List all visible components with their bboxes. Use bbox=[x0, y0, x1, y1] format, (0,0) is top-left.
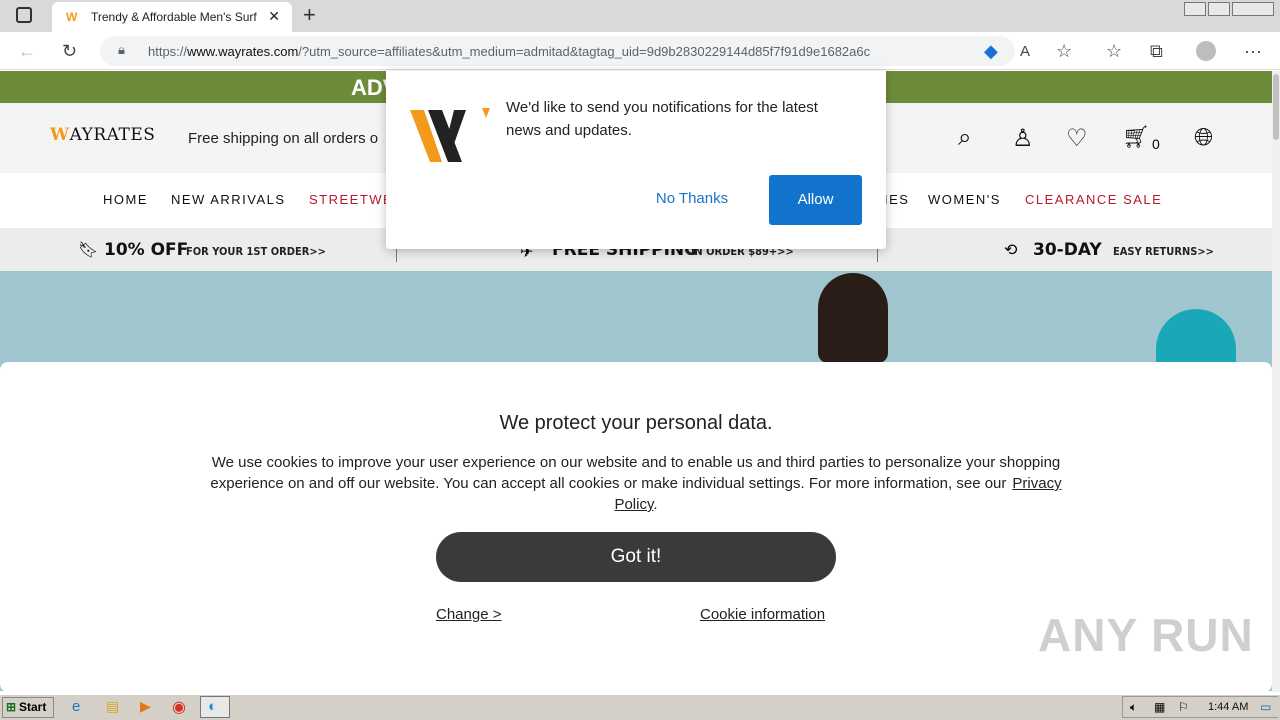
globe-icon[interactable]: 🌐︎ bbox=[1194, 124, 1213, 152]
start-button[interactable]: ⊞ Start bbox=[2, 697, 54, 718]
nav-clearance-sale[interactable]: CLEARANCE SALE bbox=[1025, 192, 1162, 207]
account-icon[interactable]: ♙ bbox=[1012, 124, 1034, 153]
more-menu-icon[interactable]: ··· bbox=[1244, 41, 1262, 62]
restore-button[interactable] bbox=[1208, 2, 1230, 16]
nav-home[interactable]: HOME bbox=[103, 192, 148, 207]
perk-discount[interactable]: 10% OFF bbox=[104, 240, 188, 260]
favorites-icon[interactable]: ☆ bbox=[1106, 41, 1122, 62]
browser-tab[interactable]: W Trendy & Affordable Men's Surf ✕ bbox=[52, 2, 292, 32]
flag-icon[interactable]: ⚐ bbox=[1178, 700, 1189, 714]
windows-flag-icon: ⊞ bbox=[6, 700, 17, 714]
perk-discount-sub[interactable]: FOR YOUR 1ST ORDER>> bbox=[186, 245, 326, 258]
edge-taskbar-button[interactable]: ◐ bbox=[200, 696, 230, 718]
lock-icon: 🔒︎ bbox=[118, 42, 125, 57]
tab-title: Trendy & Affordable Men's Surf bbox=[91, 10, 257, 24]
shipping-message: Free shipping on all orders o bbox=[188, 130, 379, 147]
add-favorite-icon[interactable]: ☆ bbox=[1056, 41, 1072, 62]
url-bar[interactable]: 🔒︎ https://www.wayrates.com/?utm_source=… bbox=[100, 36, 1015, 66]
cart-count: 0 bbox=[1152, 136, 1160, 152]
network-icon[interactable]: ▦ bbox=[1154, 700, 1165, 714]
page-scrollbar[interactable] bbox=[1272, 71, 1280, 692]
system-tray bbox=[1122, 696, 1278, 718]
profile-avatar[interactable] bbox=[1196, 41, 1216, 61]
edge-icon: ◐ bbox=[208, 698, 218, 715]
site-logo[interactable]: WAYRATES bbox=[50, 125, 155, 145]
favicon-icon: W bbox=[66, 10, 78, 24]
ie-icon[interactable]: e bbox=[72, 698, 80, 715]
url-text: https://www.wayrates.com/?utm_source=aff… bbox=[148, 44, 871, 59]
nav-womens[interactable]: WOMEN'S bbox=[928, 192, 1001, 207]
notification-message: We'd like to send you notifications for … bbox=[506, 99, 818, 139]
hero-person-head bbox=[818, 273, 888, 363]
perk-returns-sub[interactable]: EASY RETURNS>> bbox=[1113, 245, 1214, 258]
coupon-tag-icon[interactable]: ◆ bbox=[984, 41, 998, 62]
close-window-button[interactable] bbox=[1232, 2, 1274, 16]
scrollbar-thumb[interactable] bbox=[1273, 74, 1279, 140]
search-icon[interactable]: ⌕ bbox=[958, 124, 971, 152]
new-tab-button[interactable]: + bbox=[303, 2, 316, 28]
got-it-button[interactable]: Got it! bbox=[436, 532, 836, 582]
cookie-information-link[interactable]: Cookie information bbox=[700, 606, 825, 623]
back-icon[interactable]: ← bbox=[18, 41, 36, 62]
returns-icon: ⟲ bbox=[1004, 242, 1018, 259]
windows-taskbar bbox=[0, 694, 1280, 720]
wayrates-logo-icon bbox=[410, 108, 490, 162]
tab-close-icon[interactable]: ✕ bbox=[268, 8, 280, 25]
nav-new-arrivals[interactable]: NEW ARRIVALS bbox=[171, 192, 286, 207]
volume-icon[interactable]: 🔈︎ bbox=[1130, 700, 1137, 715]
nav-accessories[interactable]: IES bbox=[884, 192, 909, 207]
collections-icon[interactable]: ⧉ bbox=[1150, 41, 1163, 62]
cookie-title: We protect your personal data. bbox=[499, 412, 773, 434]
refresh-icon[interactable]: ↻ bbox=[62, 41, 77, 62]
cookie-body: We use cookies to improve your user expe… bbox=[210, 454, 1062, 513]
chrome-icon[interactable]: ◉ bbox=[172, 697, 186, 717]
read-aloud-icon[interactable]: A bbox=[1020, 43, 1030, 60]
perk-returns[interactable]: 30-DAY bbox=[1033, 240, 1102, 260]
no-thanks-button[interactable]: No Thanks bbox=[642, 190, 742, 207]
cart-icon[interactable]: 🛒︎ bbox=[1122, 124, 1150, 150]
hero-surfboard bbox=[1156, 309, 1236, 369]
bookmark-icon: 🔖︎ bbox=[78, 242, 99, 259]
change-settings-link[interactable]: Change > bbox=[436, 606, 501, 623]
nav-streetwear[interactable]: STREETWE bbox=[309, 192, 393, 207]
allow-button[interactable]: Allow bbox=[769, 175, 862, 225]
show-desktop-icon[interactable]: ▭ bbox=[1260, 700, 1271, 714]
media-player-icon[interactable]: ▶ bbox=[140, 698, 151, 715]
anyrun-watermark: ANY RUN bbox=[1038, 609, 1254, 661]
wishlist-heart-icon[interactable]: ♡ bbox=[1066, 124, 1088, 153]
minimize-button[interactable] bbox=[1184, 2, 1206, 16]
taskbar-clock: 1:44 AM bbox=[1208, 701, 1249, 713]
explorer-icon[interactable]: ▤ bbox=[106, 698, 119, 715]
tab-actions-icon[interactable] bbox=[16, 7, 32, 23]
